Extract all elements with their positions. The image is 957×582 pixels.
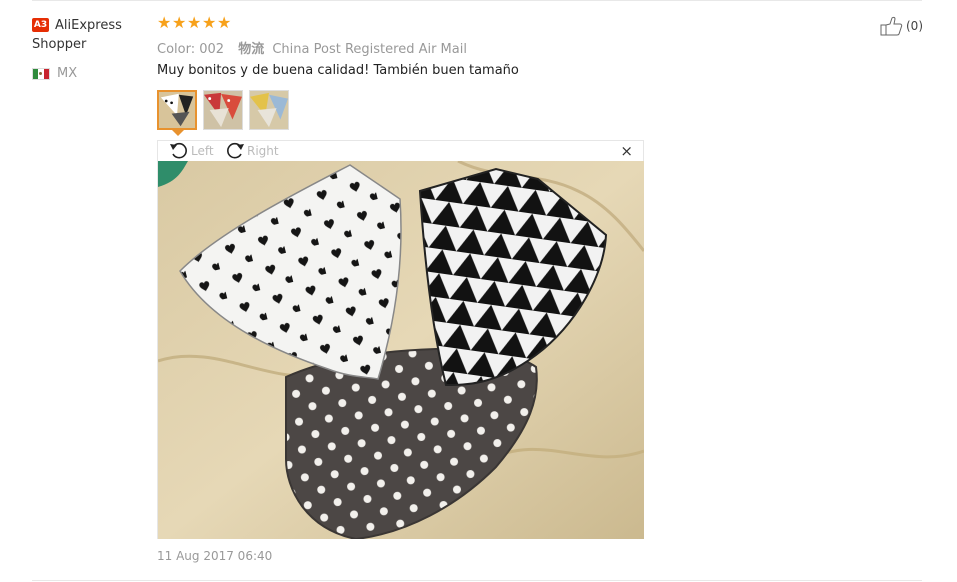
review-date: 11 Aug 2017 06:40	[157, 549, 273, 563]
thumbnail-image	[250, 91, 288, 129]
logistics-value: China Post Registered Air Mail	[272, 42, 467, 57]
rotate-left-icon	[170, 142, 187, 159]
bottom-divider	[32, 580, 922, 581]
helpful-button[interactable]: (0)	[880, 16, 923, 36]
thumbs-up-icon	[880, 16, 903, 36]
order-info: Color: 002 物流 China Post Registered Air …	[157, 38, 467, 57]
close-icon[interactable]: ×	[620, 143, 633, 159]
buyer-country: MX	[32, 66, 142, 81]
photo-thumbnails	[157, 90, 289, 130]
photo-viewer: Left Right ×	[157, 140, 644, 539]
buyer-name-block: A3 AliExpress Shopper	[32, 16, 142, 54]
thumbnail-1[interactable]	[157, 90, 197, 130]
star-icon: ★	[187, 13, 202, 32]
country-code: MX	[57, 66, 78, 81]
color-label: Color:	[157, 42, 196, 57]
thumbnail-image	[159, 92, 195, 128]
star-icon: ★	[172, 13, 187, 32]
star-icon: ★	[157, 13, 172, 32]
rotate-left-button[interactable]: Left	[168, 142, 214, 160]
color-value: 002	[199, 42, 225, 57]
rotate-left-label: Left	[191, 144, 214, 158]
thumbnail-3[interactable]	[249, 90, 289, 130]
mexico-flag-icon	[32, 67, 50, 80]
buyer-level-badge: A3	[32, 18, 49, 32]
thumbnail-2[interactable]	[203, 90, 243, 130]
selected-thumbnail-caret	[172, 130, 184, 136]
rotate-right-icon	[227, 142, 244, 159]
star-icon: ★	[202, 13, 217, 32]
star-rating: ★ ★ ★ ★ ★	[157, 14, 232, 32]
review-photo	[158, 161, 644, 539]
rotate-right-label: Right	[247, 144, 279, 158]
rotate-right-button[interactable]: Right	[224, 142, 279, 160]
thumbnail-image	[204, 91, 242, 129]
review-photo-image	[158, 161, 644, 539]
logistics-label: 物流	[238, 42, 265, 57]
viewer-toolbar: Left Right ×	[158, 141, 643, 161]
star-icon: ★	[217, 13, 232, 32]
review-text: Muy bonitos y de buena calidad! También …	[157, 63, 519, 78]
buyer-info: A3 AliExpress Shopper MX	[32, 16, 142, 81]
helpful-count: (0)	[906, 19, 923, 33]
top-divider	[32, 0, 922, 1]
